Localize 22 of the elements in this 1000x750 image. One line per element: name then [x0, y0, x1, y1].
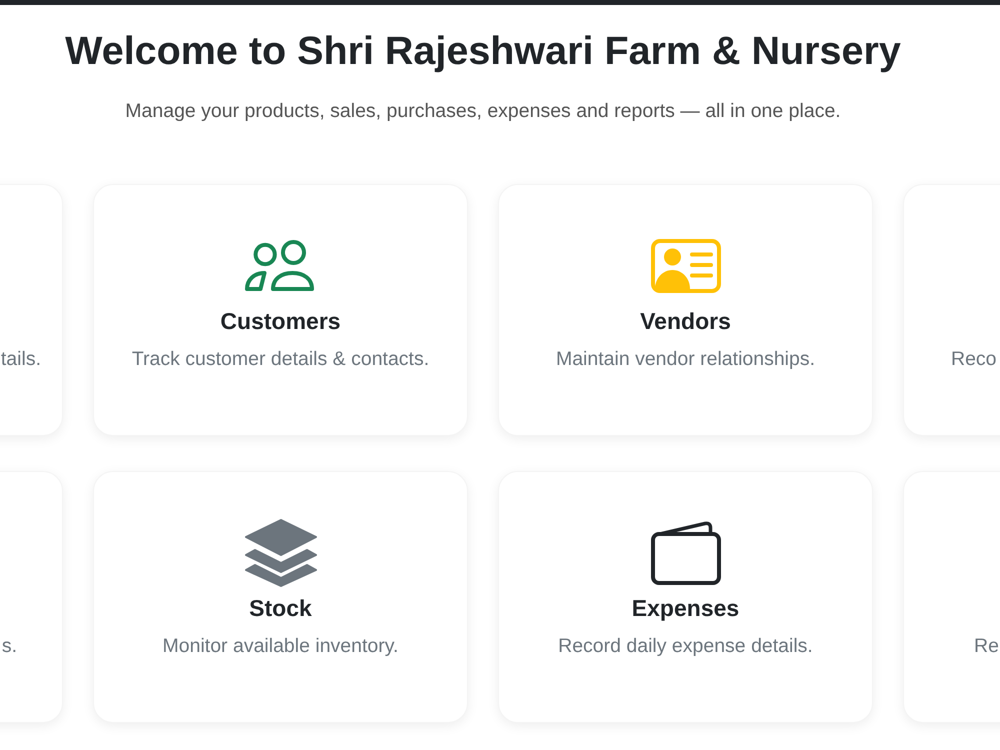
card-description: Record daily expense details.: [558, 634, 813, 659]
feature-card[interactable]: Customers Track customer details & contacts.: [93, 184, 468, 436]
feature-card[interactable]: Vendors Maintain vendor relationships.: [498, 184, 873, 436]
card-description: Reco: [951, 347, 997, 372]
feature-card[interactable]: s.: [0, 471, 63, 723]
card-title: Vendors: [640, 307, 731, 336]
card-description: Maintain vendor relationships.: [556, 347, 816, 372]
page-title: Welcome to Shri Rajeshwari Farm & Nursery: [65, 28, 901, 75]
feature-card[interactable]: Stock Monitor available inventory.: [93, 471, 468, 723]
card-title: Stock: [249, 594, 312, 623]
card-description: tails.: [0, 347, 41, 372]
card-title: Expenses: [632, 594, 740, 623]
card-description: Re: [974, 634, 999, 659]
card-description: Track customer details & contacts.: [132, 347, 430, 372]
page-subtitle: Manage your products, sales, purchases, expenses and reports — all in one place.: [125, 99, 841, 124]
feature-card[interactable]: Reco: [903, 184, 1000, 436]
card-description: s.: [2, 634, 17, 659]
feature-card[interactable]: Expenses Record daily expense details.: [498, 471, 873, 723]
card-description: Monitor available inventory.: [162, 634, 398, 659]
feature-card[interactable]: tails.: [0, 184, 63, 436]
feature-card[interactable]: Re: [903, 471, 1000, 723]
card-title: Customers: [220, 307, 341, 336]
